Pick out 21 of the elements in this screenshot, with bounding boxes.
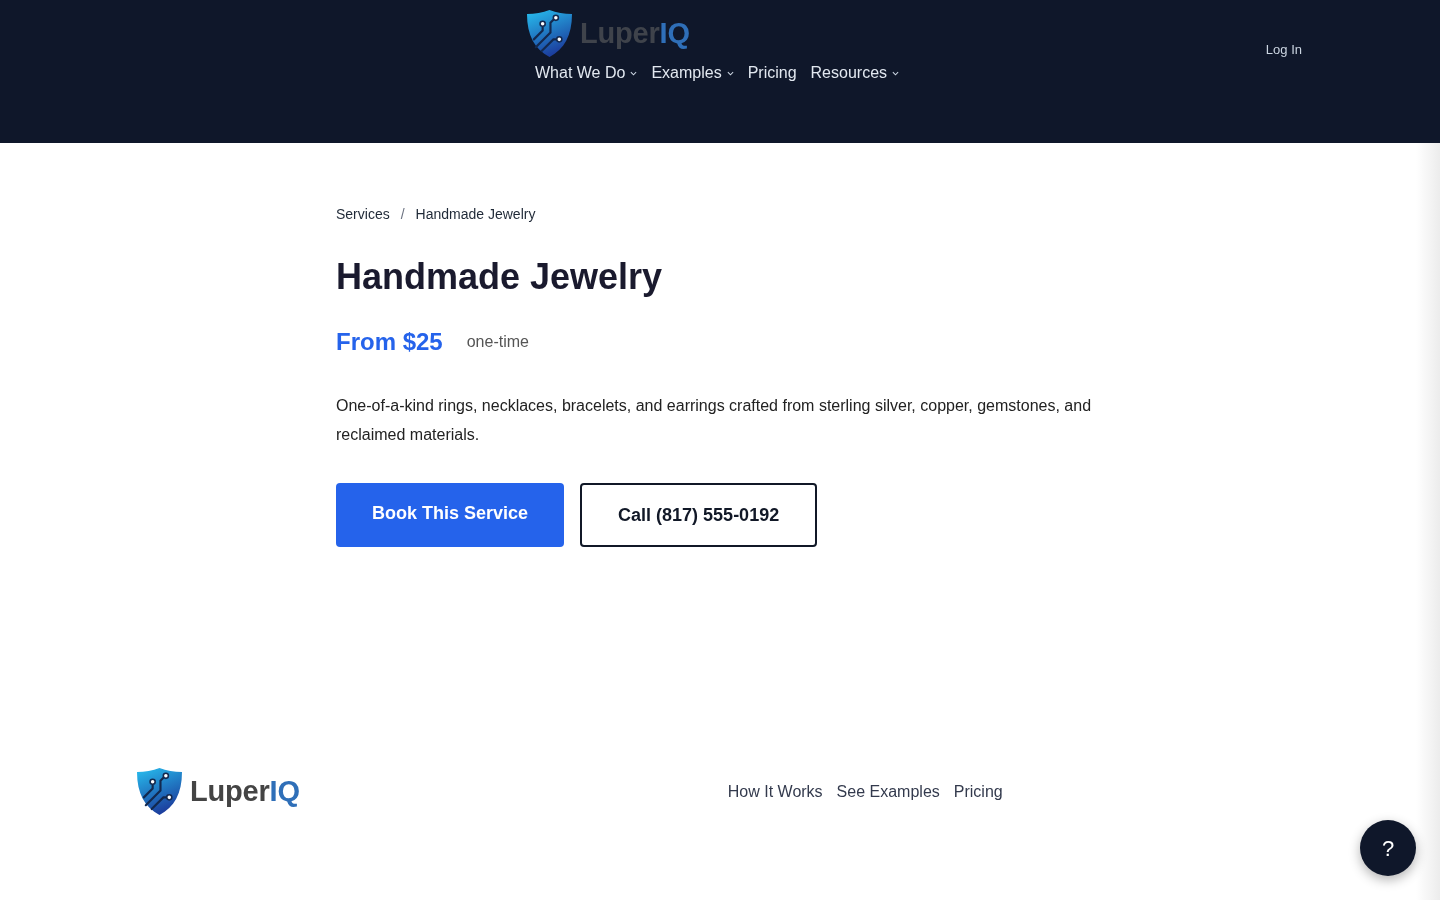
nav-link[interactable]: Pricing xyxy=(747,63,797,83)
login-link[interactable]: Log In xyxy=(1265,42,1302,58)
footer-link[interactable]: See Examples xyxy=(836,781,940,802)
help-button[interactable]: ? xyxy=(1360,820,1416,876)
breadcrumb-link[interactable]: Handmade Jewelry xyxy=(415,204,536,224)
footer-link[interactable]: How It Works xyxy=(727,781,823,802)
breadcrumb-separator: / xyxy=(400,205,405,224)
book-button[interactable]: Book This Service xyxy=(336,483,565,547)
logo-text: LuperIQ xyxy=(190,777,300,806)
footer-link[interactable]: Pricing xyxy=(953,781,1003,802)
call-button[interactable]: Call (817) 555-0192 xyxy=(580,483,818,547)
nav-link[interactable]: Resources xyxy=(810,63,900,83)
shield-icon xyxy=(137,768,182,815)
service-description: One-of-a-kind rings, necklaces, bracelets, and earrings crafted from sterling silver, copper, gemstones, and reclaimed materials. xyxy=(336,396,1093,445)
nav-link[interactable]: Examples xyxy=(651,63,734,83)
price-period: one-time xyxy=(466,332,529,352)
shield-icon xyxy=(527,10,572,57)
price: From $25 xyxy=(336,327,443,357)
breadcrumb-link[interactable]: Services xyxy=(336,204,390,224)
nav-link[interactable]: What We Do xyxy=(535,63,638,83)
page-title: Handmade Jewelry xyxy=(336,257,663,297)
